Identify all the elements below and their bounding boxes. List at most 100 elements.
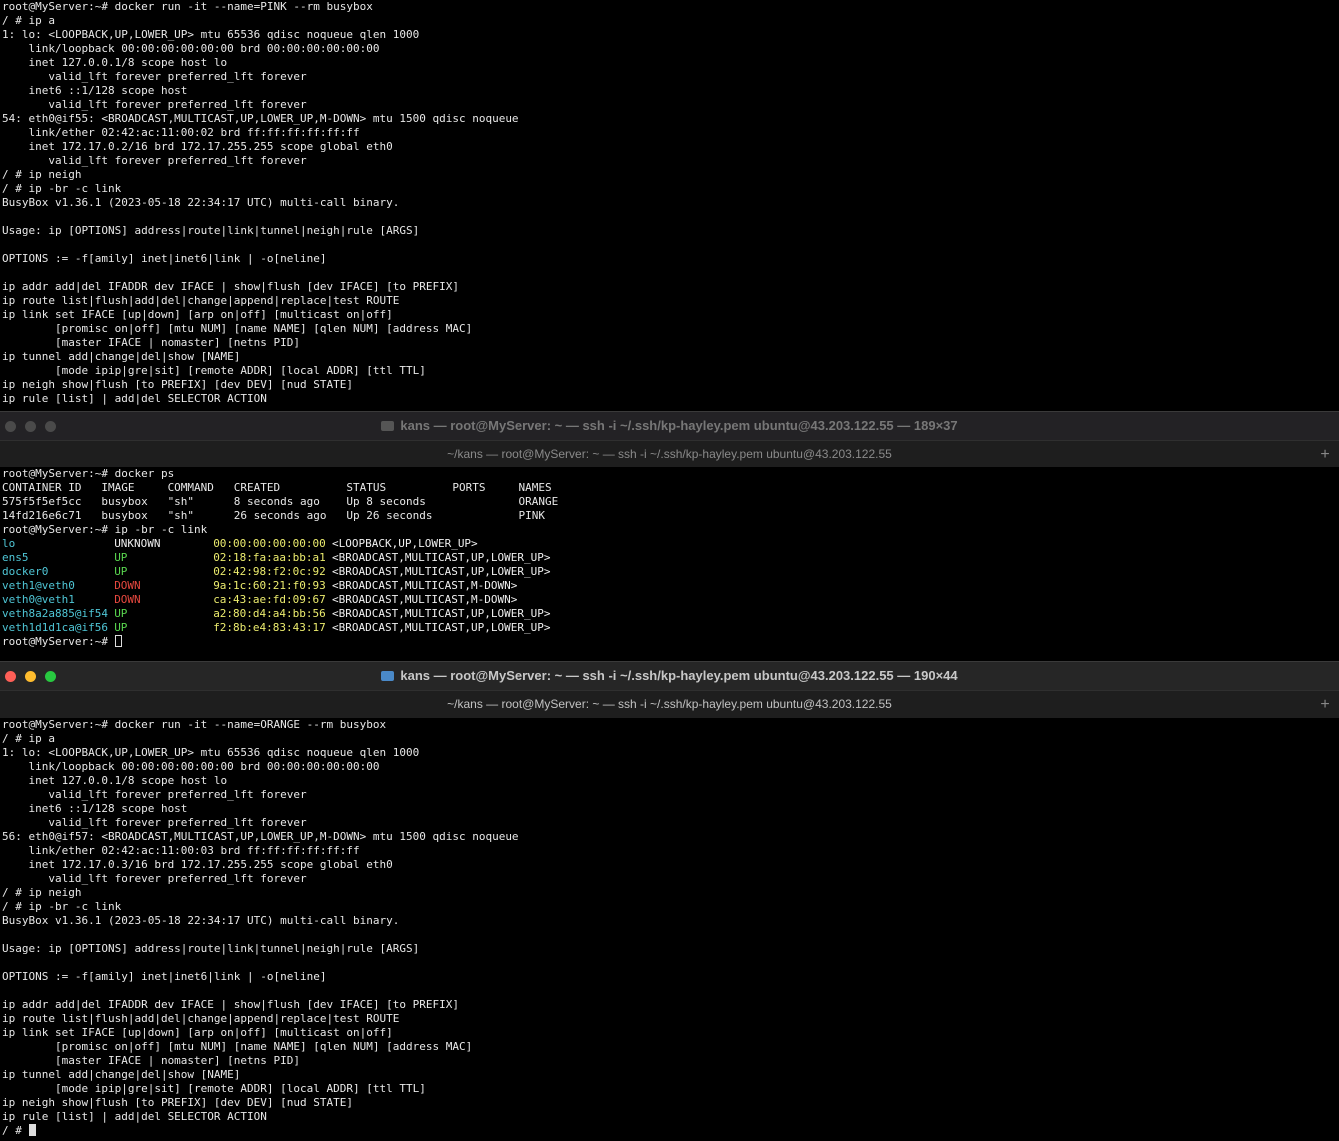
terminal-line: inet 127.0.0.1/8 scope host lo (2, 774, 228, 787)
terminal-pane-orange[interactable]: root@MyServer:~# docker run -it --name=O… (0, 718, 1339, 1141)
terminal-line: ip rule [list] | add|del SELECTOR ACTION (2, 1110, 267, 1123)
terminal-line: link/loopback 00:00:00:00:00:00 brd 00:0… (2, 760, 380, 773)
terminal-line: [mode ipip|gre|sit] [remote ADDR] [local… (2, 364, 426, 377)
folder-icon (381, 421, 395, 431)
link-name: veth1d1d1ca@if56 (2, 621, 108, 634)
terminal-line: ip neigh show|flush [to PREFIX] [dev DEV… (2, 378, 353, 391)
link-flags: <BROADCAST,MULTICAST,UP,LOWER_UP> (331, 607, 551, 620)
terminal-line: 56: eth0@if57: <BROADCAST,MULTICAST,UP,L… (2, 830, 519, 843)
window-title-text: kans — root@MyServer: ~ — ssh -i ~/.ssh/… (400, 418, 958, 433)
terminal-line: inet6 ::1/128 scope host (2, 84, 188, 97)
terminal-line: valid_lft forever preferred_lft forever (2, 872, 307, 885)
link-mac: 00:00:00:00:00:00 (213, 537, 326, 550)
prompt-text: root@MyServer:~# (2, 635, 115, 648)
terminal-line: Usage: ip [OPTIONS] address|route|link|t… (2, 224, 420, 237)
terminal-line: / # ip -br -c link (2, 182, 122, 195)
link-state: UP (114, 565, 128, 578)
terminal-line: / # ip neigh (2, 886, 82, 899)
terminal-line: ip rule [list] | add|del SELECTOR ACTION (2, 392, 267, 405)
new-tab-button[interactable]: + (1315, 695, 1335, 715)
link-row: docker0 UP 02:42:98:f2:0c:92 <BROADCAST,MUL… (2, 565, 1339, 579)
terminal-line: / # ip a (2, 14, 55, 27)
terminal-line: link/ether 02:42:ac:11:00:02 brd ff:ff:f… (2, 126, 360, 139)
link-name: veth1@veth0 (2, 579, 75, 592)
terminal-line: ip route list|flush|add|del|change|appen… (2, 1012, 400, 1025)
link-state: UP (114, 621, 128, 634)
link-row: veth0@veth1 DOWN ca:43:ae:fd:09:67 <BROADCA… (2, 593, 1339, 607)
link-name: docker0 (2, 565, 49, 578)
link-name: lo (2, 537, 16, 550)
terminal-output: root@MyServer:~# docker ps CONTAINER ID … (0, 467, 1339, 649)
terminal-line: BusyBox v1.36.1 (2023-05-18 22:34:17 UTC… (2, 196, 400, 209)
terminal-line: / # ip -br -c link (2, 900, 122, 913)
link-name: veth8a2a885@if54 (2, 607, 108, 620)
terminal-line: ip neigh show|flush [to PREFIX] [dev DEV… (2, 1096, 353, 1109)
link-state: DOWN (114, 579, 141, 592)
terminal-line: valid_lft forever preferred_lft forever (2, 788, 307, 801)
terminal-line: 54: eth0@if55: <BROADCAST,MULTICAST,UP,L… (2, 112, 519, 125)
window-title: kans — root@MyServer: ~ — ssh -i ~/.ssh/… (0, 662, 1339, 690)
link-mac: a2:80:d4:a4:bb:56 (213, 607, 326, 620)
terminal-line: [promisc on|off] [mtu NUM] [name NAME] [… (2, 1040, 473, 1053)
terminal-lines: root@MyServer:~# docker run -it --name=O… (2, 718, 1339, 1124)
ps-row: 575f5f5ef5cc busybox "sh" 8 seconds ago … (2, 495, 559, 508)
new-tab-button[interactable]: + (1315, 445, 1335, 465)
terminal-line: 1: lo: <LOOPBACK,UP,LOWER_UP> mtu 65536 … (2, 746, 420, 759)
terminal-line: ip route list|flush|add|del|change|appen… (2, 294, 400, 307)
link-state: DOWN (114, 593, 141, 606)
terminal-line: 1: lo: <LOOPBACK,UP,LOWER_UP> mtu 65536 … (2, 28, 420, 41)
link-mac: ca:43:ae:fd:09:67 (213, 593, 326, 606)
cursor (114, 635, 122, 647)
prompt-line: root@MyServer:~# docker ps (2, 467, 175, 480)
terminal-line: valid_lft forever preferred_lft forever (2, 98, 307, 111)
terminal-line: ip link set IFACE [up|down] [arp on|off]… (2, 308, 393, 321)
terminal-line: link/loopback 00:00:00:00:00:00 brd 00:0… (2, 42, 380, 55)
terminal-line: BusyBox v1.36.1 (2023-05-18 22:34:17 UTC… (2, 914, 400, 927)
terminal-line: inet 127.0.0.1/8 scope host lo (2, 56, 228, 69)
link-mac: 9a:1c:60:21:f0:93 (213, 579, 326, 592)
terminal-line: inet 172.17.0.3/16 brd 172.17.255.255 sc… (2, 858, 393, 871)
link-mac: 02:18:fa:aa:bb:a1 (213, 551, 326, 564)
terminal-line: ip tunnel add|change|del|show [NAME] (2, 1068, 241, 1081)
terminal-line: inet 172.17.0.2/16 brd 172.17.255.255 sc… (2, 140, 393, 153)
ps-header: CONTAINER ID IMAGE COMMAND CREATED STATU… (2, 481, 552, 494)
link-mac: 02:42:98:f2:0c:92 (213, 565, 326, 578)
terminal-pane-pink[interactable]: root@MyServer:~# docker run -it --name=P… (0, 0, 1339, 410)
terminal-pane-host[interactable]: root@MyServer:~# docker ps CONTAINER ID … (0, 467, 1339, 660)
link-state: UP (114, 551, 128, 564)
terminal-line: OPTIONS := -f[amily] inet|inet6|link | -… (2, 252, 327, 265)
window-titlebar-2[interactable]: kans — root@MyServer: ~ — ssh -i ~/.ssh/… (0, 411, 1339, 469)
terminal-output: root@MyServer:~# docker run -it --name=P… (0, 0, 1339, 406)
window-titlebar-3[interactable]: kans — root@MyServer: ~ — ssh -i ~/.ssh/… (0, 661, 1339, 719)
tab-title[interactable]: ~/kans — root@MyServer: ~ — ssh -i ~/.ss… (0, 691, 1339, 719)
terminal-line: [master IFACE | nomaster] [netns PID] (2, 336, 301, 349)
terminal-line: root@MyServer:~# docker run -it --name=O… (2, 718, 387, 731)
link-flags: <BROADCAST,MULTICAST,M-DOWN> (331, 579, 518, 592)
prompt-line: root@MyServer:~# (2, 635, 1339, 649)
tab-title[interactable]: ~/kans — root@MyServer: ~ — ssh -i ~/.ss… (0, 441, 1339, 469)
terminal-line: ip addr add|del IFADDR dev IFACE | show|… (2, 998, 459, 1011)
terminal-line: [promisc on|off] [mtu NUM] [name NAME] [… (2, 322, 473, 335)
terminal-line: valid_lft forever preferred_lft forever (2, 70, 307, 83)
link-row: veth1d1d1ca@if56 UP f2:8b:e4:83:43:17 <BROA… (2, 621, 1339, 635)
link-flags: <BROADCAST,MULTICAST,M-DOWN> (331, 593, 518, 606)
link-row: ens5 UP 02:18:fa:aa:bb:a1 <BROADCAST,MULTIC… (2, 551, 1339, 565)
link-mac: f2:8b:e4:83:43:17 (213, 621, 326, 634)
link-state: UP (114, 607, 128, 620)
link-flags: <BROADCAST,MULTICAST,UP,LOWER_UP> (331, 621, 551, 634)
terminal-output: root@MyServer:~# docker run -it --name=O… (0, 718, 1339, 1138)
terminal-line: valid_lft forever preferred_lft forever (2, 154, 307, 167)
terminal-line: ip addr add|del IFADDR dev IFACE | show|… (2, 280, 459, 293)
terminal-line: ip link set IFACE [up|down] [arp on|off]… (2, 1026, 393, 1039)
terminal-line: / # ip a (2, 732, 55, 745)
prompt-line: / # (2, 1124, 1339, 1138)
link-flags: <BROADCAST,MULTICAST,UP,LOWER_UP> (331, 565, 551, 578)
link-row: lo UNKNOWN 00:00:00:00:00:00 <LOOPBACK,UP,L… (2, 537, 1339, 551)
terminal-line: inet6 ::1/128 scope host (2, 802, 188, 815)
prompt-line: root@MyServer:~# ip -br -c link (2, 523, 208, 536)
